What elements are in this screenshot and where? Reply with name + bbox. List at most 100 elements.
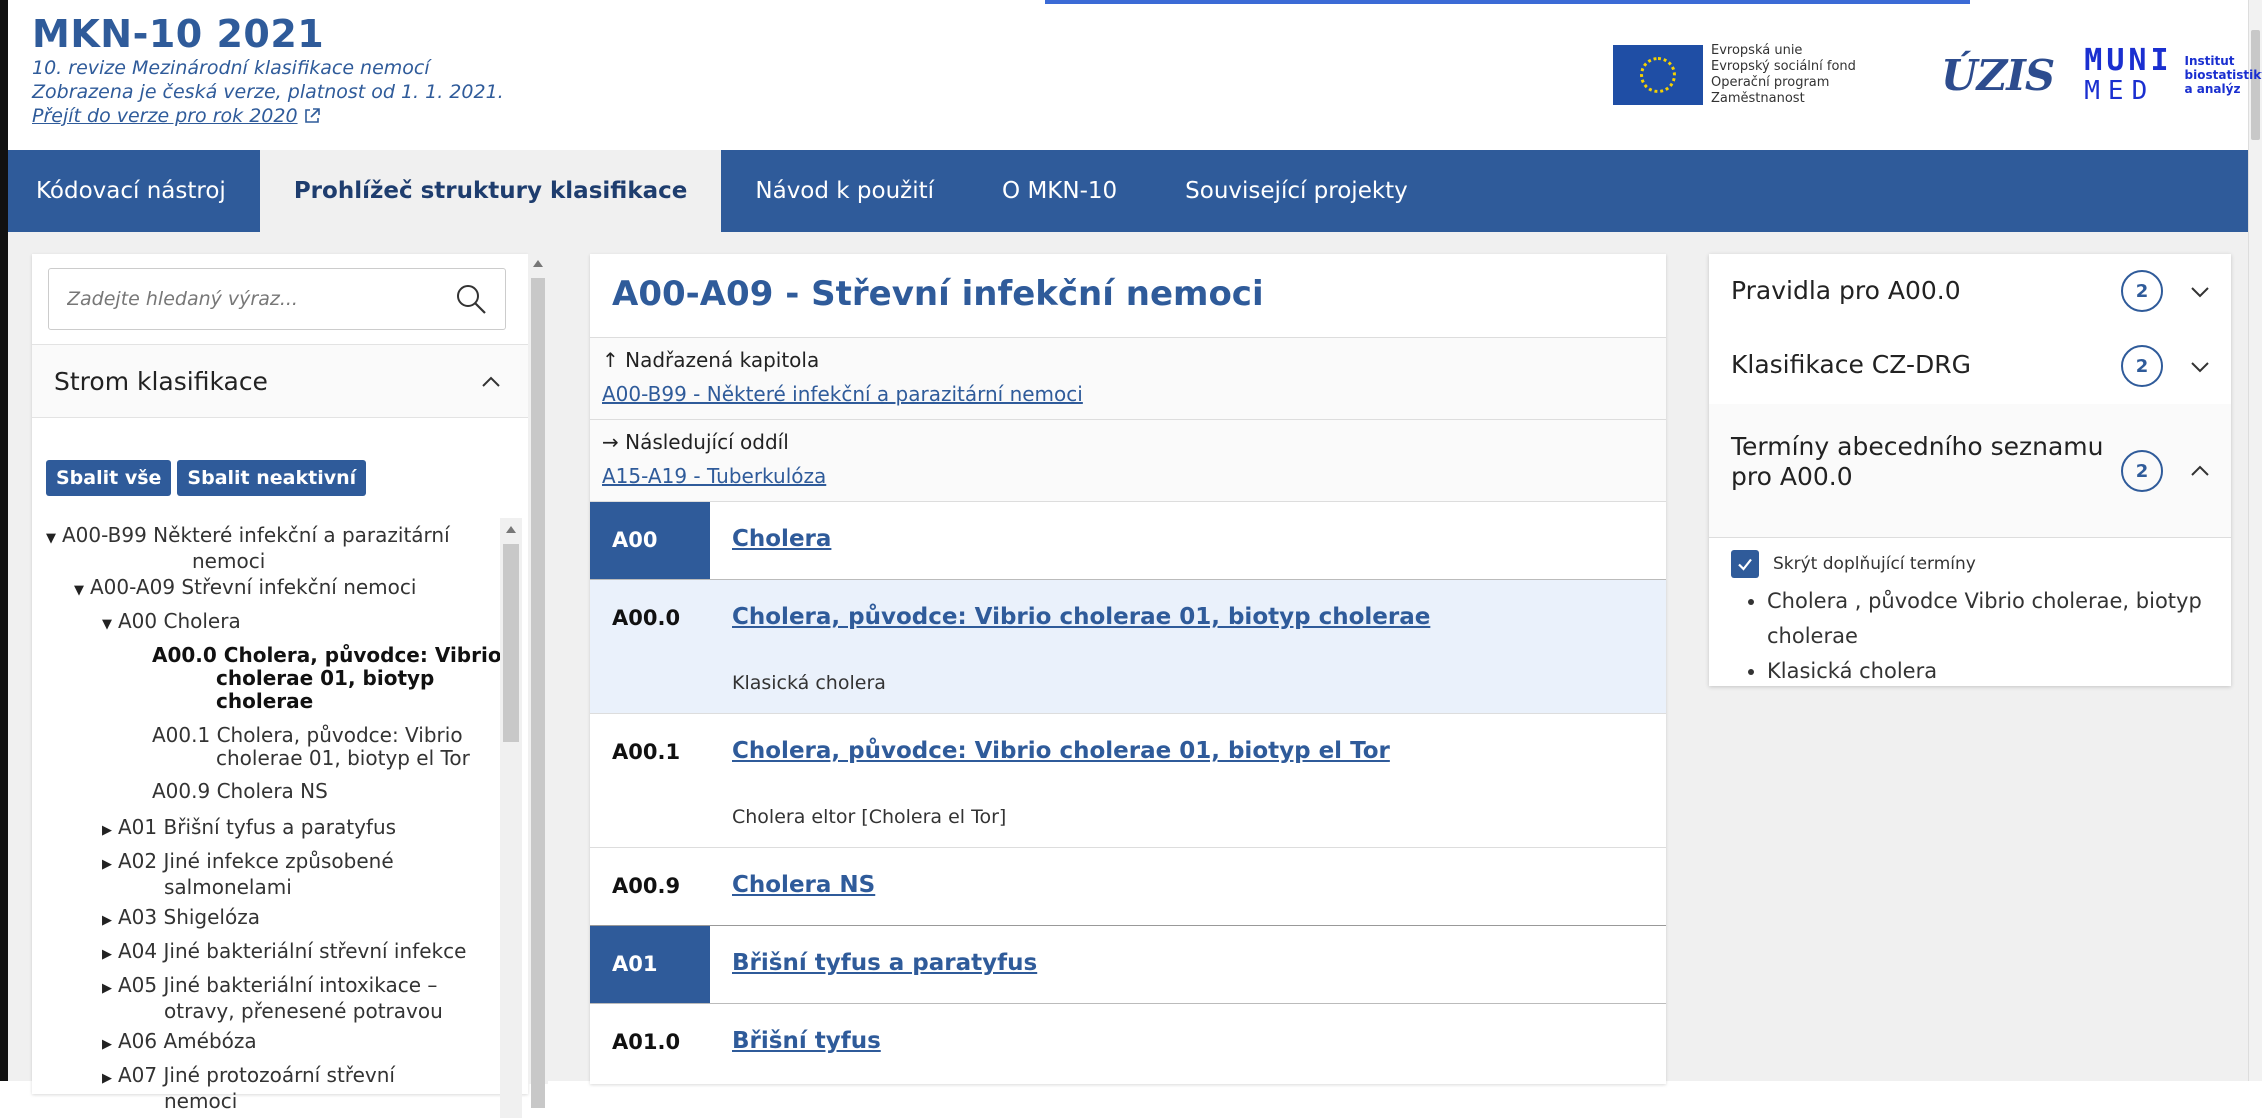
scroll-up-icon[interactable] — [506, 526, 516, 533]
collapsed-caret-icon[interactable]: ▶ — [102, 909, 118, 932]
row-name-link[interactable]: Břišní tyfus a paratyfus — [732, 950, 1037, 976]
tree-node-a00-0[interactable]: A00.0 Cholera, původce: Vibrio cholerae … — [152, 644, 502, 713]
collapsed-caret-icon[interactable]: ▶ — [102, 853, 118, 876]
tree-scrollbar[interactable] — [500, 518, 522, 1118]
tree-node-label-2: salmonelami — [164, 875, 292, 899]
institute-line-3: a analýz — [2184, 82, 2241, 96]
next-section-label: → Následující oddíl — [602, 430, 789, 454]
accordion-cz-drg[interactable]: Klasifikace CZ-DRG 2 — [1709, 328, 2231, 404]
tree-node-code: A06 — [118, 1029, 158, 1053]
row-name-link[interactable]: Cholera, původce: Vibrio cholerae 01, bi… — [732, 604, 1430, 630]
row-code: A01 — [612, 952, 658, 976]
row-code: A01.0 — [612, 1030, 681, 1054]
panel-scrollbar-thumb[interactable] — [531, 278, 545, 1108]
tree-node-a00-a09[interactable]: ▼ A00-A09 Střevní infekční nemoci — [74, 576, 416, 602]
tree-scrollbar-thumb[interactable] — [503, 544, 519, 742]
row-name-link[interactable]: Cholera NS — [732, 872, 875, 898]
uzis-logo[interactable]: ÚZIS — [1941, 51, 2055, 100]
tree-node-code: A00.1 — [152, 723, 211, 747]
tree-node-a00-9[interactable]: A00.9 Cholera NS — [152, 780, 328, 803]
tree-node-label: Cholera NS — [216, 779, 328, 803]
tree-node-code: A00.0 — [152, 643, 217, 667]
hide-terms-toggle[interactable]: Skrýt doplňující termíny — [1731, 550, 1976, 578]
nav-user-guide[interactable]: Návod k použití — [721, 150, 968, 232]
count-badge: 2 — [2121, 450, 2163, 492]
institute-logo-text: Institut biostatistiky a analýz — [2185, 54, 2262, 96]
expanded-caret-icon[interactable]: ▼ — [74, 579, 90, 602]
window-frame-left — [0, 0, 8, 1081]
main-area: Strom klasifikace Sbalit vše Sbalit neak… — [8, 232, 2248, 1118]
tree-node-a00[interactable]: ▼ A00 Cholera — [102, 610, 241, 636]
chevron-down-icon[interactable] — [2189, 281, 2211, 303]
muni-line: MUNI — [2084, 43, 2173, 78]
code-row-a00-0[interactable]: A00.0 Cholera, původce: Vibrio cholerae … — [590, 580, 1666, 714]
tree-node-code: A03 — [118, 905, 158, 929]
hide-terms-checkbox[interactable] — [1731, 550, 1759, 578]
tree-node-a03[interactable]: ▶ A03 Shigelóza — [102, 906, 260, 932]
tree-node-a02[interactable]: ▶ A02 Jiné infekce způsobené salmonelami — [102, 850, 394, 899]
collapsed-caret-icon[interactable]: ▶ — [102, 943, 118, 966]
search-input[interactable] — [49, 269, 449, 329]
nav-structure-browser[interactable]: Prohlížeč struktury klasifikace — [259, 150, 722, 232]
category-row-a00[interactable]: A00 Cholera — [590, 502, 1666, 580]
nav-coding-tool[interactable]: Kódovací nástroj — [8, 150, 260, 232]
tree-header[interactable]: Strom klasifikace — [32, 344, 528, 418]
collapsed-caret-icon[interactable]: ▶ — [102, 1067, 118, 1090]
code-row-a01-0[interactable]: A01.0 Břišní tyfus — [590, 1004, 1666, 1084]
chevron-up-icon[interactable] — [480, 371, 502, 393]
tree-node-label: Cholera, původce: Vibrio — [223, 643, 502, 667]
collapse-all-button[interactable]: Sbalit vše — [46, 460, 172, 496]
chevron-down-icon[interactable] — [2189, 356, 2211, 378]
version-link-text: Přejít do verze pro rok 2020 — [32, 105, 298, 127]
expanded-caret-icon[interactable]: ▼ — [102, 613, 118, 636]
main-nav: Kódovací nástroj Prohlížeč struktury kla… — [8, 150, 2248, 232]
external-link-icon — [304, 108, 320, 123]
term-item: Klasická cholera — [1767, 654, 2211, 689]
row-name-link[interactable]: Cholera — [732, 526, 831, 552]
tree-node-a07[interactable]: ▶ A07 Jiné protozoární střevní nemoci — [102, 1064, 395, 1113]
tree-node-code: A02 — [118, 849, 158, 873]
tree-node-label-2: otravy, přenesené potravou — [164, 999, 443, 1023]
collapsed-caret-icon[interactable]: ▶ — [102, 1033, 118, 1056]
code-row-a00-9[interactable]: A00.9 Cholera NS — [590, 848, 1666, 926]
tree-node-a05[interactable]: ▶ A05 Jiné bakteriální intoxikace – otrav… — [102, 974, 443, 1023]
search-icon[interactable] — [455, 283, 487, 315]
scroll-up-icon[interactable] — [533, 260, 543, 267]
tree-node-a00-1[interactable]: A00.1 Cholera, původce: Vibrio cholerae … — [152, 724, 470, 770]
tree-node-a01[interactable]: ▶ A01 Břišní tyfus a paratyfus — [102, 816, 396, 842]
muni-med-logo[interactable]: MUNI MED — [2084, 43, 2173, 106]
row-code: A00 — [612, 528, 658, 552]
row-name-link[interactable]: Břišní tyfus — [732, 1028, 881, 1054]
tree-panel: Strom klasifikace Sbalit vše Sbalit neak… — [32, 254, 528, 1118]
collapsed-caret-icon[interactable]: ▶ — [102, 819, 118, 842]
tree-actions: Sbalit vše Sbalit neaktivní — [46, 460, 367, 496]
parent-chapter-link[interactable]: A00-B99 - Některé infekční a parazitární… — [602, 382, 1083, 406]
tree-node-a06[interactable]: ▶ A06 Amébóza — [102, 1030, 257, 1056]
subtitle-2: Zobrazena je česká verze, platnost od 1.… — [32, 81, 504, 103]
panel-scrollbar[interactable] — [528, 254, 548, 1108]
page-scrollbar[interactable] — [2248, 0, 2262, 1081]
collapse-inactive-button[interactable]: Sbalit neaktivní — [177, 460, 367, 496]
expanded-caret-icon[interactable]: ▼ — [46, 527, 62, 550]
accordion-alphabetic-terms[interactable]: Termíny abecedního seznamu pro A00.0 2 — [1709, 404, 2231, 538]
accordion-rules[interactable]: Pravidla pro A00.0 2 — [1709, 254, 2231, 328]
tree-node-a00-b99[interactable]: ▼ A00-B99 Některé infekční a parazitární … — [46, 524, 450, 573]
nav-about[interactable]: O MKN-10 — [968, 150, 1151, 232]
eu-line-3: Operační program Zaměstnanost — [1711, 75, 1830, 106]
nav-related-projects[interactable]: Související projekty — [1151, 150, 1442, 232]
tree-node-label: Jiné infekce způsobené — [163, 849, 394, 873]
tree-node-label: Některé infekční a parazitární — [153, 523, 450, 547]
version-link[interactable]: Přejít do verze pro rok 2020 — [32, 105, 298, 127]
collapsed-caret-icon[interactable]: ▶ — [102, 977, 118, 1000]
tree-node-a04[interactable]: ▶ A04 Jiné bakteriální střevní infekce — [102, 940, 466, 966]
chevron-up-icon[interactable] — [2189, 460, 2211, 482]
code-row-a00-1[interactable]: A00.1 Cholera, původce: Vibrio cholerae … — [590, 714, 1666, 848]
next-section-link[interactable]: A15-A19 - Tuberkulóza — [602, 464, 826, 488]
tree-node-code: A07 — [118, 1063, 158, 1087]
tree-node-code: A04 — [118, 939, 158, 963]
tree-node-label-2: nemoci — [192, 549, 266, 573]
row-code: A00.9 — [612, 874, 681, 898]
hide-terms-label: Skrýt doplňující termíny — [1773, 554, 1976, 574]
category-row-a01[interactable]: A01 Břišní tyfus a paratyfus — [590, 926, 1666, 1004]
row-name-link[interactable]: Cholera, původce: Vibrio cholerae 01, bi… — [732, 738, 1390, 764]
